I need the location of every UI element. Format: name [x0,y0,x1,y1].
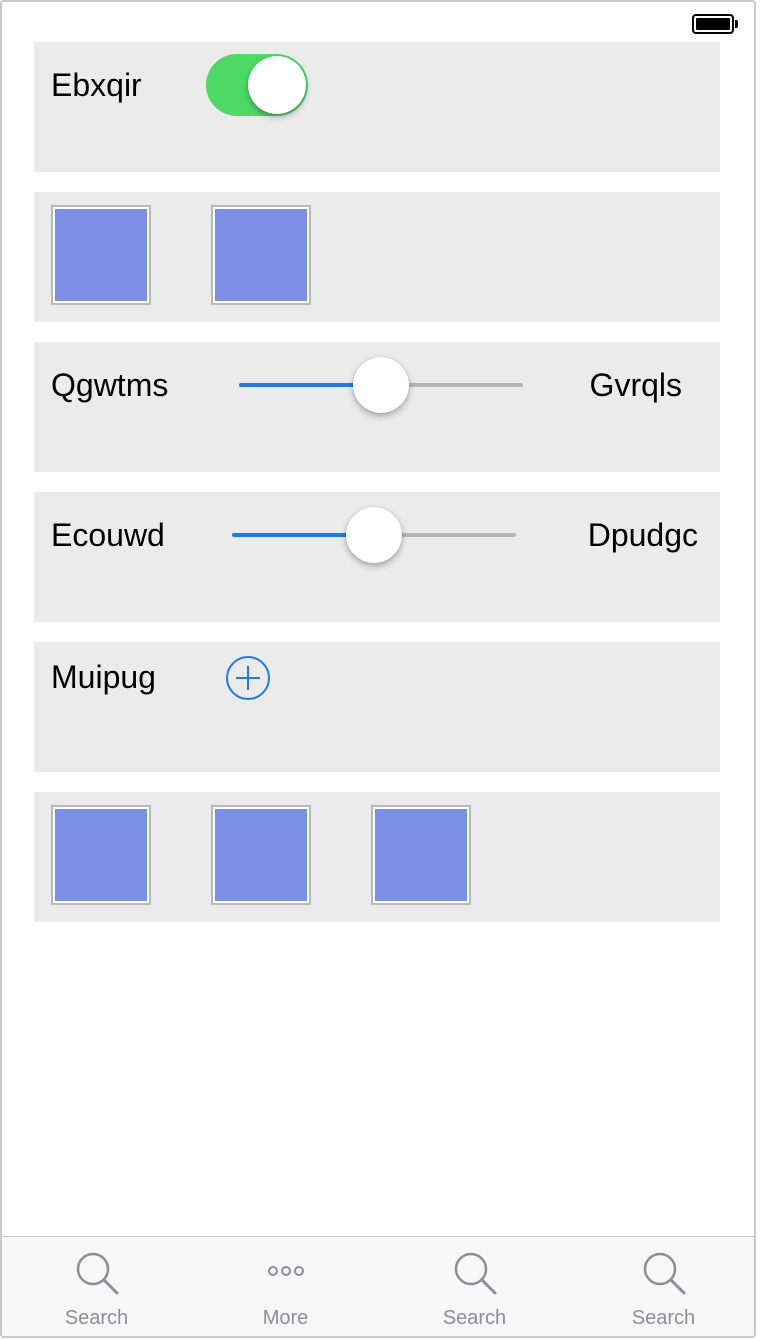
search-icon [76,1252,118,1295]
ecouwd-slider[interactable] [232,505,516,565]
toggle-knob [248,56,306,114]
image-placeholder [51,805,151,905]
ebxqir-toggle[interactable] [206,54,308,116]
toggle-label: Ebxqir [51,67,142,103]
toggle-row: Ebxqir [34,42,720,172]
image-placeholder [51,205,151,305]
slider-row-1: Qgwtms Gvrqls [34,342,720,472]
image-placeholder [211,805,311,905]
slider-max-label: Gvrqls [589,367,682,403]
battery-icon [692,14,738,34]
more-icon [267,1266,304,1276]
slider-max-label: Dpudgc [587,517,698,553]
add-row: Muipug [34,642,720,772]
tab-label: Search [442,1307,507,1329]
slider-row-2: Ecouwd Dpudgc [34,492,720,622]
slider-thumb[interactable] [353,357,409,413]
image-row-2 [34,792,720,922]
app-screen: Ebxqir Qgwtms Gvrqls Ecouwd Dpudgc Muipu… [0,0,756,1338]
slider-min-label: Ecouwd [51,517,165,553]
tab-label: Search [64,1307,129,1329]
tab-search-2[interactable]: Search [380,1237,569,1336]
slider-min-label: Qgwtms [51,367,169,403]
search-icon [643,1252,685,1295]
plus-circle-icon[interactable] [224,654,272,702]
tab-more[interactable]: More [191,1237,380,1336]
tab-label: Search [631,1307,696,1329]
image-row-1 [34,192,720,322]
add-row-label: Muipug [51,659,156,695]
image-placeholder [211,205,311,305]
tab-search-1[interactable]: Search [2,1237,191,1336]
tab-label: More [262,1307,309,1329]
slider-thumb[interactable] [346,507,402,563]
tab-bar: Search More Search Search [2,1236,754,1336]
image-placeholder [371,805,471,905]
tab-search-3[interactable]: Search [569,1237,754,1336]
search-icon [454,1252,496,1295]
qgwtms-slider[interactable] [239,355,523,415]
